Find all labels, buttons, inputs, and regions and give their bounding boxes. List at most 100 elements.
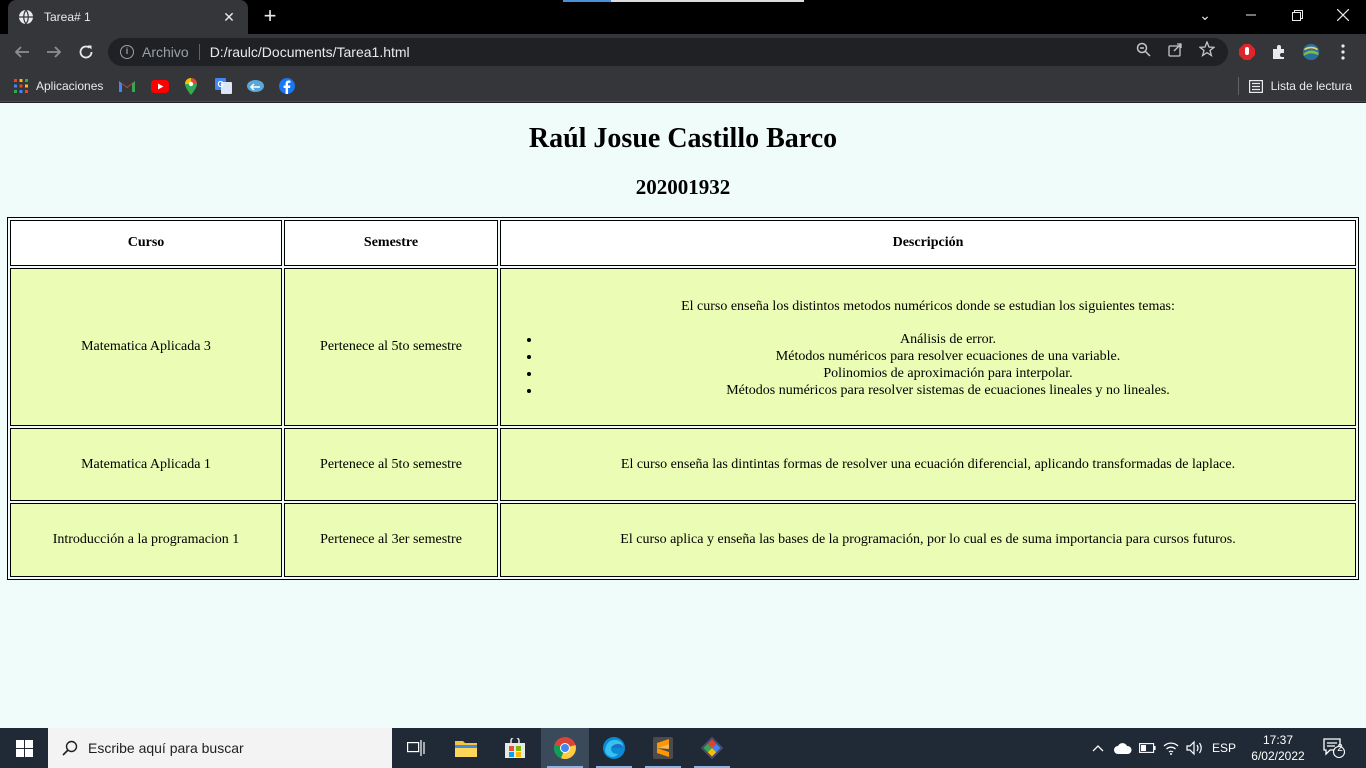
reading-list-label: Lista de lectura (1270, 79, 1352, 93)
globe-icon (19, 9, 33, 25)
wifi-icon[interactable] (1160, 728, 1182, 768)
topics-list: Análisis de error. Métodos numéricos par… (501, 331, 1355, 399)
restore-icon[interactable] (1274, 0, 1320, 30)
minimize-icon[interactable] (1228, 0, 1274, 30)
bookmark-cloud[interactable] (247, 76, 264, 96)
list-item: Métodos numéricos para resolver ecuacion… (541, 348, 1355, 365)
folder-icon (455, 741, 477, 757)
edge-taskbar-button[interactable] (590, 728, 638, 768)
address-bar[interactable]: i Archivo D:/raulc/Documents/Tarea1.html (108, 38, 1228, 66)
bookmark-apps-label: Aplicaciones (36, 79, 104, 93)
new-tab-button[interactable]: + (258, 5, 282, 29)
description-cell: El curso enseña las dintintas formas de … (500, 428, 1356, 501)
bookmark-maps[interactable] (185, 76, 197, 96)
address-url[interactable]: D:/raulc/Documents/Tarea1.html (210, 44, 410, 60)
svg-text:G: G (218, 80, 224, 89)
bookmark-gmail[interactable] (119, 76, 135, 96)
chrome-taskbar-button[interactable] (541, 728, 589, 768)
git-taskbar-button[interactable] (688, 728, 736, 768)
notification-count: 2 (1337, 743, 1343, 754)
courses-table: Curso Semestre Descripción Matematica Ap… (7, 217, 1359, 580)
description-text: El curso enseña los distintos metodos nu… (681, 299, 1175, 314)
semester-cell: Pertenece al 5to semestre (284, 428, 498, 501)
semester-cell: Pertenece al 3er semestre (284, 503, 498, 577)
description-cell: El curso aplica y enseña las bases de la… (500, 503, 1356, 577)
search-placeholder: Escribe aquí para buscar (88, 740, 244, 756)
course-cell: Matematica Aplicada 3 (10, 268, 282, 426)
student-id: 202001932 (635, 175, 731, 199)
bookmark-facebook[interactable] (279, 76, 295, 96)
language-indicator[interactable]: ESP (1208, 728, 1240, 768)
clock-time: 17:37 (1262, 733, 1294, 747)
close-window-icon[interactable] (1320, 0, 1366, 30)
tab-close-icon[interactable]: ✕ (220, 9, 238, 26)
browser-toolbar: i Archivo D:/raulc/Documents/Tarea1.html (0, 34, 1366, 70)
course-cell: Introducción a la programacion 1 (10, 503, 282, 577)
reload-icon[interactable] (74, 40, 98, 64)
windows-logo-icon (15, 739, 33, 757)
header-curso: Curso (10, 220, 282, 266)
bookmark-translate[interactable]: G (215, 76, 232, 96)
header-descripcion: Descripción (500, 220, 1356, 266)
onedrive-cloud-icon[interactable] (1112, 728, 1134, 768)
bookmark-apps[interactable]: Aplicaciones (14, 76, 103, 96)
translate-icon: G (215, 78, 232, 94)
reading-list-icon (1248, 79, 1263, 93)
maps-icon (185, 77, 197, 95)
page-content: Raúl Josue Castillo Barco 202001932 Curs… (0, 103, 1366, 728)
youtube-icon (151, 79, 169, 93)
tab-search-strip (563, 0, 804, 2)
taskbar-search[interactable]: Escribe aquí para buscar (48, 728, 392, 768)
microsoft-store-button[interactable] (491, 728, 539, 768)
file-explorer-button[interactable] (442, 728, 490, 768)
apps-grid-icon (14, 79, 28, 93)
store-icon (505, 738, 525, 758)
semester-cell: Pertenece al 5to semestre (284, 268, 498, 426)
chrome-icon (553, 737, 576, 760)
edge-icon (603, 737, 625, 759)
forward-arrow-icon[interactable] (42, 40, 66, 64)
tab-title: Tarea# 1 (44, 10, 91, 24)
facebook-icon (279, 78, 295, 94)
share-icon[interactable] (1167, 41, 1183, 57)
clock-date: 6/02/2022 (1251, 749, 1305, 763)
tab-search-icon[interactable]: ⌄ (1182, 0, 1228, 30)
volume-icon[interactable] (1184, 728, 1206, 768)
site-info-icon[interactable]: i (120, 45, 134, 59)
address-scheme: Archivo (142, 44, 189, 60)
menu-kebab-icon[interactable] (1334, 43, 1352, 61)
battery-icon[interactable] (1136, 728, 1158, 768)
table-row: Introducción a la programacion 1 Pertene… (10, 503, 1356, 577)
table-row: Matematica Aplicada 1 Pertenece al 5to s… (10, 428, 1356, 501)
list-item: Análisis de error. (541, 331, 1355, 348)
git-icon (700, 736, 724, 760)
tab-strip: Tarea# 1 ✕ + ⌄ (0, 0, 1366, 34)
adblock-extension-icon[interactable] (1238, 43, 1256, 61)
profile-avatar[interactable] (1302, 43, 1320, 61)
tray-chevron-icon[interactable] (1088, 728, 1108, 768)
course-cell: Matematica Aplicada 1 (10, 428, 282, 501)
notification-center-button[interactable]: 2 (1318, 728, 1350, 768)
browser-tab[interactable]: Tarea# 1 ✕ (8, 0, 248, 34)
start-button[interactable] (0, 728, 48, 768)
sublime-taskbar-button[interactable] (639, 728, 687, 768)
taskbar-clock[interactable]: 17:37 6/02/2022 (1250, 732, 1306, 764)
bookmark-star-icon[interactable] (1199, 41, 1215, 57)
sublime-text-icon (653, 737, 673, 759)
task-view-icon (407, 740, 425, 756)
bookmark-youtube[interactable] (151, 76, 169, 96)
header-semestre: Semestre (284, 220, 498, 266)
extensions-puzzle-icon[interactable] (1270, 43, 1288, 61)
bookmarks-bar: Aplicaciones G Lista de lectura (0, 70, 1366, 102)
task-view-button[interactable] (392, 728, 440, 768)
windows-taskbar: Escribe aquí para buscar ESP 17:37 6/02/… (0, 728, 1366, 768)
description-cell: El curso enseña los distintos metodos nu… (500, 268, 1356, 426)
back-arrow-icon[interactable] (10, 40, 34, 64)
gmail-icon (119, 81, 135, 92)
table-header-row: Curso Semestre Descripción (10, 220, 1356, 266)
list-item: Métodos numéricos para resolver sistemas… (541, 382, 1355, 399)
table-row: Matematica Aplicada 3 Pertenece al 5to s… (10, 268, 1356, 426)
list-item: Polinomios de aproximación para interpol… (541, 365, 1355, 382)
zoom-icon[interactable] (1135, 41, 1151, 57)
reading-list-button[interactable]: Lista de lectura (1237, 76, 1352, 96)
